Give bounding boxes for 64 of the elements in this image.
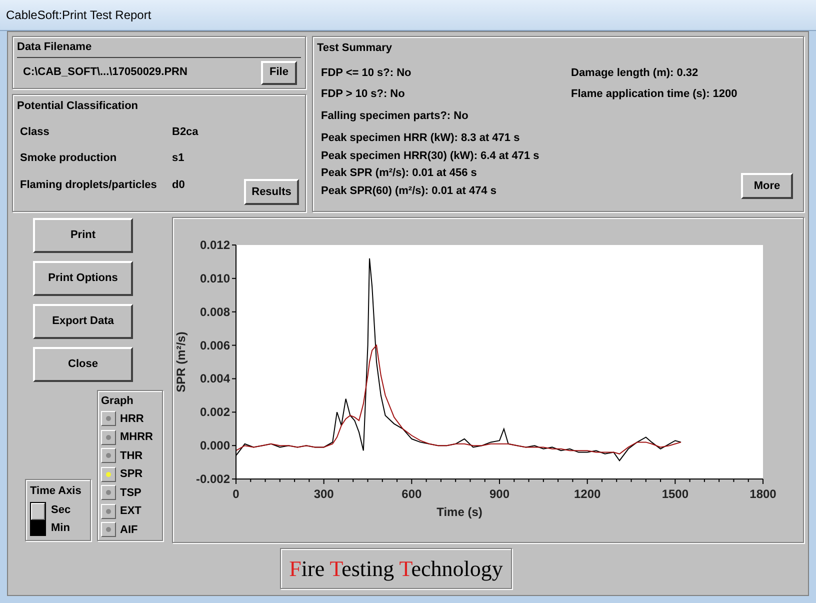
summary-text: Falling specimen parts?: No bbox=[321, 108, 470, 124]
option-label: MHRR bbox=[120, 430, 153, 445]
option-label: EXT bbox=[120, 504, 142, 519]
radio-button[interactable] bbox=[101, 485, 116, 500]
time-axis-switch[interactable] bbox=[30, 502, 46, 536]
summary-text: Damage length (m): 0.32 bbox=[571, 66, 700, 80]
action-button[interactable]: Close bbox=[33, 347, 133, 382]
panel-heading: Test Summary bbox=[317, 41, 393, 56]
x-tick-label: 1800 bbox=[750, 487, 776, 501]
x-tick-label: 0 bbox=[232, 487, 240, 501]
panel-heading: Time Axis bbox=[30, 484, 82, 498]
x-axis-title: Time (s) bbox=[436, 505, 482, 519]
radio-button[interactable] bbox=[101, 466, 116, 482]
action-button[interactable]: Print bbox=[33, 218, 133, 253]
field-value: s1 bbox=[172, 151, 184, 166]
field-label: Class bbox=[20, 124, 50, 140]
radio-button[interactable] bbox=[101, 522, 116, 538]
option-label: SPR bbox=[120, 467, 143, 482]
option-label: AIF bbox=[120, 522, 138, 538]
panel-heading: Graph bbox=[101, 394, 134, 409]
summary-text: Peak SPR(60) (m²/s): 0.01 at 474 s bbox=[321, 184, 498, 198]
action-button[interactable]: Export Data bbox=[33, 304, 133, 339]
window-title: CableSoft:Print Test Report bbox=[6, 7, 152, 24]
option-label: Sec bbox=[51, 503, 71, 518]
field-label: Smoke production bbox=[20, 151, 118, 166]
x-tick-label: 900 bbox=[489, 487, 510, 501]
summary-text: Peak specimen HRR (kW): 8.3 at 471 s bbox=[321, 131, 521, 146]
x-tick-label: 600 bbox=[402, 487, 422, 501]
x-tick-label: 300 bbox=[314, 487, 334, 501]
y-tick-label: 0.006 bbox=[200, 338, 230, 352]
results-button[interactable]: Results bbox=[244, 179, 299, 205]
file-path: C:\CAB_SOFT\...\17050029.PRN bbox=[23, 65, 188, 80]
summary-text: FDP <= 10 s?: No bbox=[321, 66, 412, 80]
radio-button[interactable] bbox=[101, 448, 116, 464]
x-tick-label: 1500 bbox=[662, 487, 689, 501]
option-label: HRR bbox=[120, 412, 144, 426]
x-tick-label: 1200 bbox=[574, 487, 601, 501]
logo-text: Fire Testing Technology bbox=[280, 548, 512, 589]
panel-heading: Data Filename bbox=[17, 39, 301, 58]
y-tick-label: 0.012 bbox=[200, 238, 230, 252]
field-label: Flaming droplets/particles bbox=[20, 178, 158, 192]
y-tick-label: 0.008 bbox=[200, 304, 230, 319]
summary-text: Flame application time (s): 1200 bbox=[571, 87, 738, 102]
action-button[interactable]: Print Options bbox=[33, 261, 133, 296]
radio-button[interactable] bbox=[101, 430, 116, 445]
y-tick-label: 0.002 bbox=[200, 405, 230, 420]
file-button[interactable]: File bbox=[261, 60, 297, 84]
y-axis-title: SPR (m²/s) bbox=[174, 332, 188, 392]
y-tick-label: -0.002 bbox=[196, 472, 230, 486]
y-tick-label: 0.000 bbox=[200, 438, 230, 453]
y-tick-label: 0.004 bbox=[200, 372, 230, 386]
option-label: TSP bbox=[120, 486, 142, 500]
field-value: B2ca bbox=[172, 124, 198, 140]
summary-text: Peak SPR (m²/s): 0.01 at 456 s bbox=[321, 166, 478, 181]
radio-button[interactable] bbox=[101, 411, 116, 426]
panel-heading: Potential Classification bbox=[17, 99, 140, 114]
option-label: Min bbox=[51, 521, 71, 536]
more-button[interactable]: More bbox=[741, 173, 793, 199]
y-tick-label: 0.010 bbox=[200, 271, 230, 286]
summary-text: Peak specimen HRR(30) (kW): 6.4 at 471 s bbox=[321, 148, 540, 164]
field-value: d0 bbox=[172, 178, 185, 192]
summary-text: FDP > 10 s?: No bbox=[321, 87, 406, 102]
radio-button[interactable] bbox=[101, 504, 116, 519]
option-label: THR bbox=[120, 448, 143, 464]
